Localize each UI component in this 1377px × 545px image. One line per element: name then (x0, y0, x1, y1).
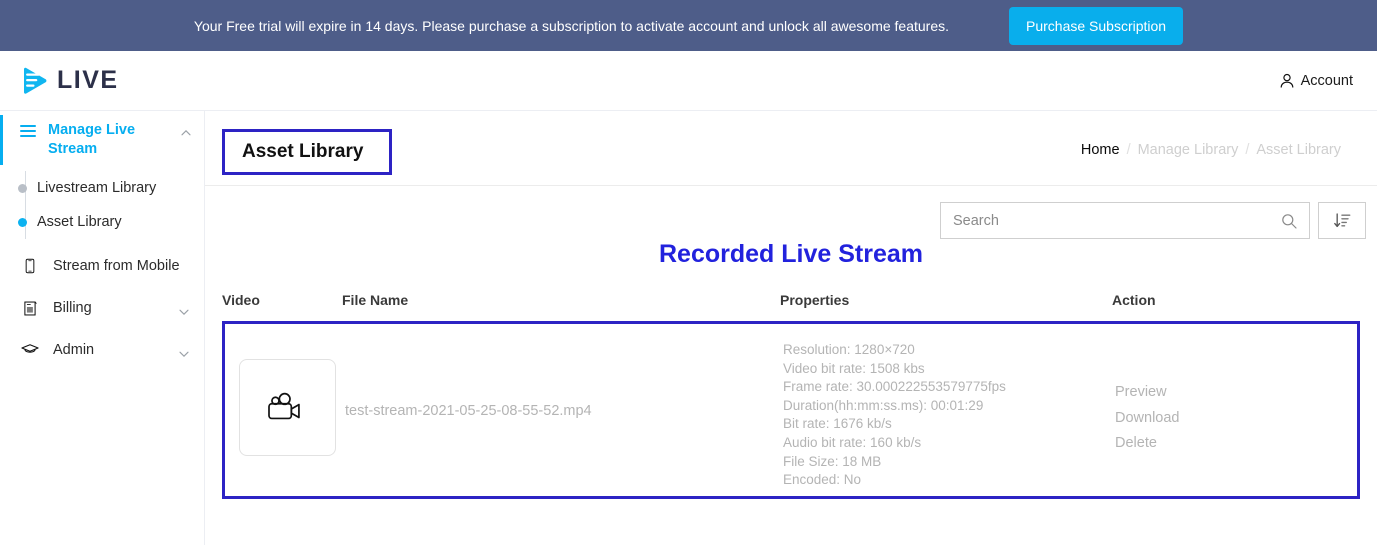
breadcrumb: Home / Manage Library / Asset Library (1081, 142, 1341, 158)
mobile-phone-icon (20, 256, 40, 276)
user-icon (1279, 73, 1295, 89)
sidebar-item-livestream-library[interactable]: Livestream Library (0, 171, 204, 205)
hamburger-icon (20, 125, 36, 137)
search-box[interactable] (940, 202, 1310, 239)
column-header-file-name: File Name (342, 292, 409, 308)
row-cell-action: Preview Download Delete (1115, 333, 1265, 457)
section-title: Recorded Live Stream (659, 240, 923, 268)
breadcrumb-separator: / (1126, 142, 1131, 158)
property-encoded: Encoded: No (783, 472, 862, 488)
chevron-down-icon[interactable] (178, 347, 190, 359)
active-accent-bar (0, 115, 3, 165)
breadcrumb-item-asset-library: Asset Library (1256, 142, 1341, 158)
trial-banner-message: Your Free trial will expire in 14 days. … (193, 17, 950, 34)
sidebar-item-billing[interactable]: Billing (0, 287, 204, 329)
property-bit-rate: Bit rate: 1676 kb/s (783, 416, 892, 432)
invoice-icon (20, 298, 40, 318)
top-header: LIVE Account (0, 51, 1377, 111)
delete-link[interactable]: Delete (1115, 431, 1265, 457)
main-content: Asset Library Home / Manage Library / As… (205, 111, 1377, 545)
search-input[interactable] (941, 212, 1281, 229)
property-audio-bit-rate: Audio bit rate: 160 kb/s (783, 434, 922, 450)
toolbar (205, 186, 1377, 244)
sidebar-item-label: Stream from Mobile (53, 258, 180, 274)
file-name-text: test-stream-2021-05-25-08-55-52.mp4 (345, 403, 592, 419)
property-file-size: File Size: 18 MB (783, 453, 882, 469)
bullet-dot-active-icon (18, 217, 27, 227)
column-header-action: Action (1112, 292, 1156, 308)
account-menu[interactable]: Account (1279, 73, 1353, 89)
sidebar-item-asset-library[interactable]: Asset Library (0, 205, 204, 239)
property-resolution: Resolution: 1280×720 (783, 342, 915, 357)
table-header: Video File Name Properties Action (205, 292, 1377, 308)
sidebar-subitem-label: Asset Library (37, 214, 122, 230)
sort-amount-down-icon (1333, 213, 1350, 228)
sidebar-item-label: Billing (53, 300, 92, 316)
sidebar-item-label: Manage Live Stream (48, 122, 136, 157)
property-duration: Duration(hh:mm:ss.ms): 00:01:29 (783, 397, 984, 413)
play-wave-logo-icon (20, 66, 50, 96)
trial-banner: Your Free trial will expire in 14 days. … (0, 0, 1377, 51)
page-title: Asset Library (242, 141, 364, 162)
breadcrumb-separator: / (1245, 142, 1250, 158)
sidebar-item-stream-from-mobile[interactable]: Stream from Mobile (0, 245, 204, 287)
page-header: Asset Library Home / Manage Library / As… (205, 111, 1377, 186)
row-cell-properties: Resolution: 1280×720 Video bit rate: 150… (783, 333, 1115, 490)
preview-link[interactable]: Preview (1115, 380, 1265, 406)
chevron-up-icon[interactable] (180, 126, 192, 138)
sidebar: Manage Live Stream Livestream Library As… (0, 111, 205, 545)
sidebar-subnav: Livestream Library Asset Library (0, 167, 204, 245)
purchase-subscription-button[interactable]: Purchase Subscription (1009, 6, 1184, 45)
table-row[interactable]: test-stream-2021-05-25-08-55-52.mp4 Reso… (222, 321, 1360, 499)
sidebar-item-manage-live-stream[interactable]: Manage Live Stream (0, 111, 204, 167)
property-video-bit-rate: Video bit rate: 1508 kbs (783, 360, 925, 376)
graduation-cap-icon (20, 340, 40, 360)
sidebar-item-admin[interactable]: Admin (0, 329, 204, 371)
breadcrumb-item-home[interactable]: Home (1081, 142, 1120, 158)
property-frame-rate: Frame rate: 30.000222553579775fps (783, 379, 1006, 395)
sidebar-subitem-label: Livestream Library (37, 180, 157, 196)
sidebar-item-label: Admin (53, 342, 95, 358)
bullet-dot-icon (18, 183, 27, 193)
download-link[interactable]: Download (1115, 406, 1265, 432)
column-header-properties: Properties (780, 292, 850, 308)
row-cell-file-name: test-stream-2021-05-25-08-55-52.mp4 (345, 333, 783, 419)
row-cell-video (225, 333, 345, 456)
page-title-highlight-box: Asset Library (222, 129, 393, 175)
logo-text: LIVE (57, 66, 119, 94)
account-label: Account (1300, 72, 1353, 89)
breadcrumb-item-manage-library[interactable]: Manage Library (1138, 142, 1239, 158)
search-icon[interactable] (1281, 213, 1297, 229)
app-logo[interactable]: LIVE (20, 66, 119, 96)
chevron-down-icon[interactable] (178, 305, 190, 317)
video-camera-icon (267, 392, 300, 419)
sort-button[interactable] (1318, 202, 1366, 239)
column-header-video: Video (222, 292, 260, 308)
video-thumbnail[interactable] (239, 359, 336, 456)
